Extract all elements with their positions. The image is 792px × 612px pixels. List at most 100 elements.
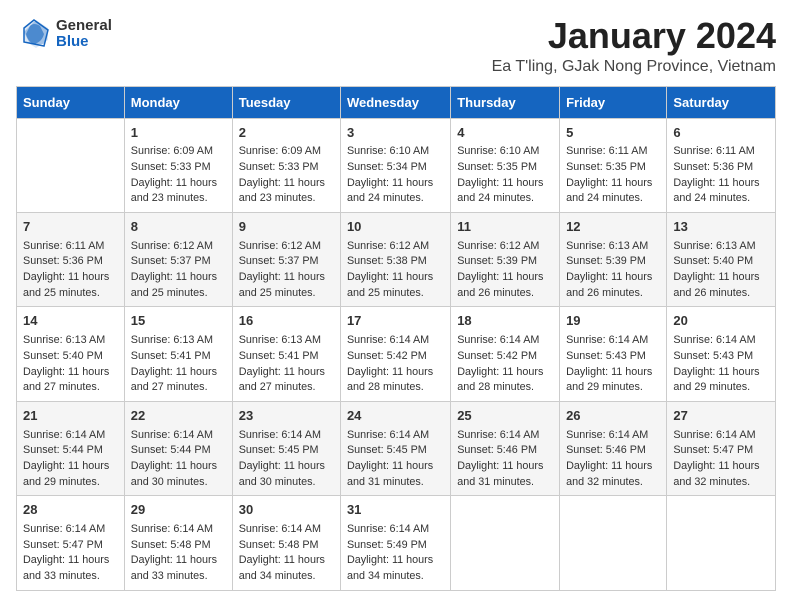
day-info: Sunrise: 6:14 AMSunset: 5:47 PMDaylight:…: [23, 522, 118, 585]
day-info: Sunrise: 6:14 AMSunset: 5:47 PMDaylight:…: [673, 428, 769, 491]
day-number: 10: [347, 218, 444, 237]
day-cell: 19Sunrise: 6:14 AMSunset: 5:43 PMDayligh…: [560, 307, 667, 401]
day-cell: 14Sunrise: 6:13 AMSunset: 5:40 PMDayligh…: [17, 307, 125, 401]
calendar-table: SundayMondayTuesdayWednesdayThursdayFrid…: [16, 86, 776, 591]
day-number: 11: [457, 218, 553, 237]
day-number: 15: [131, 312, 226, 331]
day-cell: 18 Sunrise: 6:14 AMSunset: 5:42 PMDayligh…: [451, 307, 560, 401]
week-row-3: 14Sunrise: 6:13 AMSunset: 5:40 PMDayligh…: [17, 307, 776, 401]
day-cell: 26 Sunrise: 6:14 AMSunset: 5:46 PMDayligh…: [560, 401, 667, 495]
day-number: 23: [239, 407, 334, 426]
day-cell: 6Sunrise: 6:11 AMSunset: 5:36 PMDaylight…: [667, 118, 776, 212]
week-row-2: 7Sunrise: 6:11 AMSunset: 5:36 PMDaylight…: [17, 213, 776, 307]
logo-icon: [16, 16, 52, 52]
day-number: 29: [131, 501, 226, 520]
header-day-saturday: Saturday: [667, 86, 776, 118]
day-info: Sunrise: 6:12 AMSunset: 5:37 PMDaylight:…: [239, 239, 334, 302]
day-cell: 21Sunrise: 6:14 AMSunset: 5:44 PMDayligh…: [17, 401, 125, 495]
day-cell: 10Sunrise: 6:12 AMSunset: 5:38 PMDayligh…: [340, 213, 450, 307]
header-day-thursday: Thursday: [451, 86, 560, 118]
header-day-monday: Monday: [124, 86, 232, 118]
day-number: 4: [457, 124, 553, 143]
day-info: Sunrise: 6:09 AMSunset: 5:33 PMDaylight:…: [239, 144, 334, 207]
day-cell: 24 Sunrise: 6:14 AMSunset: 5:45 PMDayligh…: [340, 401, 450, 495]
day-number: 5: [566, 124, 660, 143]
header-day-sunday: Sunday: [17, 86, 125, 118]
day-cell: 31 Sunrise: 6:14 AMSunset: 5:49 PMDayligh…: [340, 496, 450, 590]
calendar-subtitle: Ea T'ling, GJak Nong Province, Vietnam: [492, 58, 776, 76]
header-day-wednesday: Wednesday: [340, 86, 450, 118]
day-info: Sunrise: 6:14 AMSunset: 5:46 PMDaylight:…: [566, 428, 660, 491]
day-number: 18: [457, 312, 553, 331]
day-number: 17: [347, 312, 444, 331]
day-cell: 29 Sunrise: 6:14 AMSunset: 5:48 PMDayligh…: [124, 496, 232, 590]
day-cell: 30Sunrise: 6:14 AMSunset: 5:48 PMDayligh…: [232, 496, 340, 590]
header-day-tuesday: Tuesday: [232, 86, 340, 118]
day-cell: [560, 496, 667, 590]
day-cell: 17 Sunrise: 6:14 AMSunset: 5:42 PMDayligh…: [340, 307, 450, 401]
week-row-1: 1Sunrise: 6:09 AMSunset: 5:33 PMDaylight…: [17, 118, 776, 212]
day-info: Sunrise: 6:14 AMSunset: 5:42 PMDaylight:…: [347, 333, 444, 396]
day-cell: 28 Sunrise: 6:14 AMSunset: 5:47 PMDayligh…: [17, 496, 125, 590]
day-cell: 15 Sunrise: 6:13 AMSunset: 5:41 PMDayligh…: [124, 307, 232, 401]
day-number: 26: [566, 407, 660, 426]
day-number: 8: [131, 218, 226, 237]
day-number: 16: [239, 312, 334, 331]
day-cell: 4Sunrise: 6:10 AMSunset: 5:35 PMDaylight…: [451, 118, 560, 212]
day-number: 9: [239, 218, 334, 237]
day-cell: 12 Sunrise: 6:13 AMSunset: 5:39 PMDayligh…: [560, 213, 667, 307]
day-cell: [451, 496, 560, 590]
day-info: Sunrise: 6:14 AMSunset: 5:43 PMDaylight:…: [566, 333, 660, 396]
day-cell: 1Sunrise: 6:09 AMSunset: 5:33 PMDaylight…: [124, 118, 232, 212]
day-info: Sunrise: 6:14 AMSunset: 5:48 PMDaylight:…: [239, 522, 334, 585]
day-cell: 7Sunrise: 6:11 AMSunset: 5:36 PMDaylight…: [17, 213, 125, 307]
day-number: 25: [457, 407, 553, 426]
day-cell: 8 Sunrise: 6:12 AMSunset: 5:37 PMDaylight…: [124, 213, 232, 307]
day-info: Sunrise: 6:14 AMSunset: 5:43 PMDaylight:…: [673, 333, 769, 396]
day-cell: 13Sunrise: 6:13 AMSunset: 5:40 PMDayligh…: [667, 213, 776, 307]
day-number: 20: [673, 312, 769, 331]
day-number: 14: [23, 312, 118, 331]
day-info: Sunrise: 6:14 AMSunset: 5:45 PMDaylight:…: [347, 428, 444, 491]
header: General Blue January 2024 Ea T'ling, GJa…: [16, 16, 776, 76]
day-info: Sunrise: 6:10 AMSunset: 5:35 PMDaylight:…: [457, 144, 553, 207]
day-cell: 2Sunrise: 6:09 AMSunset: 5:33 PMDaylight…: [232, 118, 340, 212]
day-cell: 25 Sunrise: 6:14 AMSunset: 5:46 PMDayligh…: [451, 401, 560, 495]
day-info: Sunrise: 6:14 AMSunset: 5:48 PMDaylight:…: [131, 522, 226, 585]
day-cell: 22 Sunrise: 6:14 AMSunset: 5:44 PMDayligh…: [124, 401, 232, 495]
day-number: 28: [23, 501, 118, 520]
day-info: Sunrise: 6:14 AMSunset: 5:44 PMDaylight:…: [131, 428, 226, 491]
day-info: Sunrise: 6:11 AMSunset: 5:36 PMDaylight:…: [23, 239, 118, 302]
logo-name: General Blue: [56, 18, 112, 51]
day-number: 12: [566, 218, 660, 237]
day-number: 24: [347, 407, 444, 426]
day-info: Sunrise: 6:12 AMSunset: 5:39 PMDaylight:…: [457, 239, 553, 302]
day-info: Sunrise: 6:14 AMSunset: 5:46 PMDaylight:…: [457, 428, 553, 491]
day-cell: 9 Sunrise: 6:12 AMSunset: 5:37 PMDaylight…: [232, 213, 340, 307]
day-number: 22: [131, 407, 226, 426]
day-cell: 27 Sunrise: 6:14 AMSunset: 5:47 PMDayligh…: [667, 401, 776, 495]
day-info: Sunrise: 6:11 AMSunset: 5:36 PMDaylight:…: [673, 144, 769, 207]
logo: General Blue: [16, 16, 112, 52]
day-cell: 23Sunrise: 6:14 AMSunset: 5:45 PMDayligh…: [232, 401, 340, 495]
day-number: 27: [673, 407, 769, 426]
header-day-friday: Friday: [560, 86, 667, 118]
day-cell: [667, 496, 776, 590]
day-cell: 16 Sunrise: 6:13 AMSunset: 5:41 PMDayligh…: [232, 307, 340, 401]
title-block: January 2024 Ea T'ling, GJak Nong Provin…: [492, 16, 776, 76]
day-number: 1: [131, 124, 226, 143]
day-info: Sunrise: 6:09 AMSunset: 5:33 PMDaylight:…: [131, 144, 226, 207]
day-info: Sunrise: 6:14 AMSunset: 5:42 PMDaylight:…: [457, 333, 553, 396]
day-cell: 20 Sunrise: 6:14 AMSunset: 5:43 PMDayligh…: [667, 307, 776, 401]
day-info: Sunrise: 6:13 AMSunset: 5:41 PMDaylight:…: [131, 333, 226, 396]
day-info: Sunrise: 6:13 AMSunset: 5:39 PMDaylight:…: [566, 239, 660, 302]
calendar-title: January 2024: [492, 16, 776, 56]
day-cell: [17, 118, 125, 212]
day-info: Sunrise: 6:12 AMSunset: 5:37 PMDaylight:…: [131, 239, 226, 302]
day-info: Sunrise: 6:14 AMSunset: 5:49 PMDaylight:…: [347, 522, 444, 585]
day-number: 31: [347, 501, 444, 520]
day-info: Sunrise: 6:14 AMSunset: 5:44 PMDaylight:…: [23, 428, 118, 491]
day-number: 2: [239, 124, 334, 143]
day-info: Sunrise: 6:13 AMSunset: 5:41 PMDaylight:…: [239, 333, 334, 396]
day-number: 13: [673, 218, 769, 237]
